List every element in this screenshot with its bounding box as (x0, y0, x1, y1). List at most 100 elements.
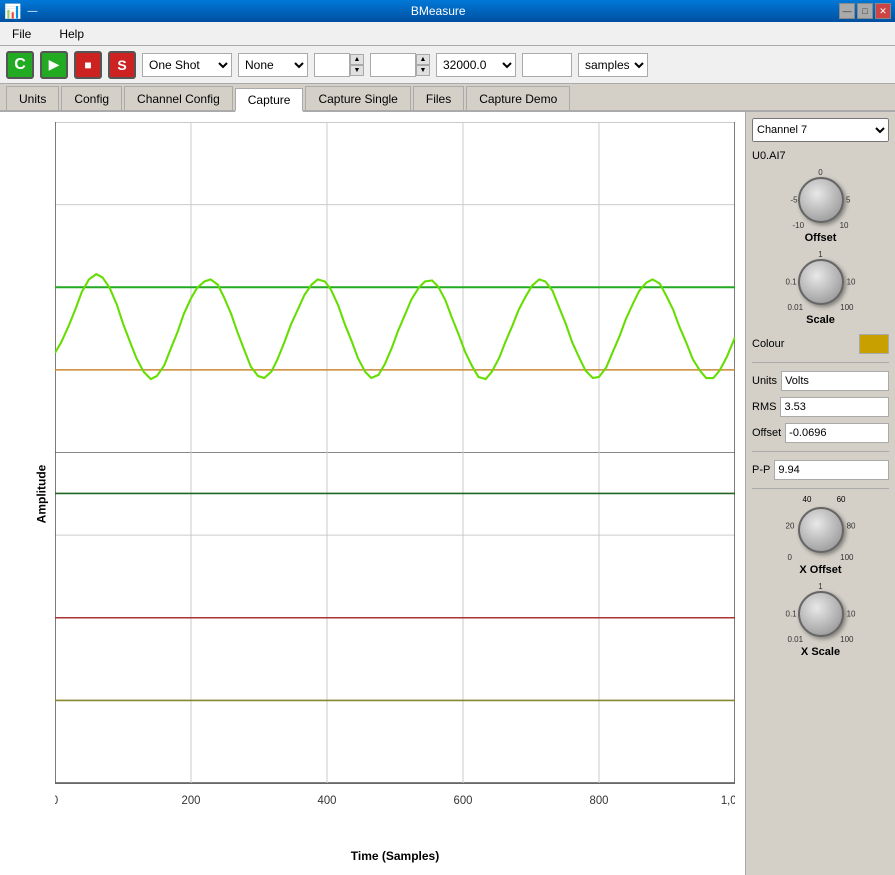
tab-capture-demo[interactable]: Capture Demo (466, 86, 570, 110)
x-offset-scale-100: 100 (840, 553, 853, 562)
colour-label: Colour (752, 338, 784, 350)
tab-files[interactable]: Files (413, 86, 464, 110)
x-scale-scale-right: 10 (847, 610, 856, 619)
level-spin: 0 ▲ ▼ (314, 53, 364, 77)
scale-scale-left: 0.1 (786, 278, 797, 287)
tab-channel-config[interactable]: Channel Config (124, 86, 233, 110)
rms-row: RMS 3.53 (752, 397, 889, 417)
samples-input[interactable]: 1000 (522, 53, 572, 77)
rms-value: 3.53 (780, 397, 889, 417)
x-offset-knob-section: 40 60 20 80 0 100 X Offset (752, 497, 889, 576)
offset-knob-label: Offset (805, 232, 837, 244)
rms-label: RMS (752, 401, 776, 413)
right-panel: Channel 7 U0.AI7 0 -5 5 -10 10 Offset 1 … (745, 112, 895, 875)
offset-scale-right: 5 (846, 196, 850, 205)
x-scale-scale-botright: 100 (840, 635, 853, 644)
tab-units[interactable]: Units (6, 86, 59, 110)
samples-unit-select[interactable]: samples seconds (578, 53, 648, 77)
svg-text:200: 200 (182, 795, 201, 807)
x-offset-knob-label: X Offset (799, 564, 841, 576)
toolbar: C ▶ ■ S One Shot Continuous Gated None R… (0, 46, 895, 84)
chart-area: Amplitude Time (Samples) (0, 112, 745, 875)
title-bar-left: 📊 — (4, 3, 37, 20)
level-down-button[interactable]: ▼ (350, 65, 364, 76)
tab-capture-single[interactable]: Capture Single (305, 86, 410, 110)
level-up-button[interactable]: ▲ (350, 54, 364, 65)
pp-value: 9.94 (774, 460, 889, 480)
chart-svg: 8 7 6 5 4 3 2 1 0 0 200 400 600 800 1,00… (55, 122, 735, 825)
x-scale-knob-section: 1 0.1 10 0.01 100 X Scale (752, 584, 889, 658)
offset-scale-botright: 10 (840, 221, 849, 230)
offset-stat-label: Offset (752, 427, 781, 439)
units-label: Units (752, 375, 777, 387)
x-scale-scale-botleft: 0.01 (788, 635, 804, 644)
x-offset-scale-0: 0 (788, 553, 792, 562)
svg-text:400: 400 (318, 795, 337, 807)
divider3 (752, 488, 889, 489)
tabs-bar: Units Config Channel Config Capture Capt… (0, 84, 895, 112)
mode-select[interactable]: One Shot Continuous Gated (142, 53, 232, 77)
scale-scale-botright: 100 (840, 303, 853, 312)
level-input[interactable]: 0 (314, 53, 350, 77)
x-offset-scale-20: 20 (786, 522, 795, 531)
minimize-button[interactable]: — (839, 3, 855, 19)
colour-row: Colour (752, 334, 889, 354)
level2-input[interactable]: 0.00 (370, 53, 416, 77)
offset-stat-row: Offset -0.0696 (752, 423, 889, 443)
x-offset-scale-80: 80 (847, 522, 856, 531)
x-scale-knob-label: X Scale (801, 646, 840, 658)
menu-bar: File Help (0, 22, 895, 46)
menu-file[interactable]: File (4, 25, 39, 43)
maximize-button[interactable]: □ (857, 3, 873, 19)
svg-text:600: 600 (454, 795, 473, 807)
rate-select[interactable]: 32000.0 16000.0 8000.0 (436, 53, 516, 77)
x-offset-knob[interactable] (798, 507, 844, 553)
tab-capture[interactable]: Capture (235, 88, 304, 112)
menu-help[interactable]: Help (51, 25, 92, 43)
trigger-select[interactable]: None Rising Falling (238, 53, 308, 77)
tab-config[interactable]: Config (61, 86, 122, 110)
scale-knob[interactable] (798, 259, 844, 305)
y-axis-label: Amplitude (34, 464, 48, 523)
scale-scale-top: 1 (818, 250, 822, 259)
close-button[interactable]: ✕ (875, 3, 891, 19)
offset-scale-botleft: -10 (793, 221, 805, 230)
level2-spin-btns: ▲ ▼ (416, 54, 430, 76)
c-button[interactable]: C (6, 51, 34, 79)
svg-text:800: 800 (590, 795, 609, 807)
pp-row: P-P 9.94 (752, 460, 889, 480)
pp-label: P-P (752, 464, 770, 476)
offset-scale-top: 0 (818, 168, 822, 177)
stop-icon: ■ (84, 58, 91, 72)
stop-button[interactable]: ■ (74, 51, 102, 79)
x-scale-scale-top: 1 (818, 582, 822, 591)
scale-scale-botleft: 0.01 (788, 303, 804, 312)
channel-select[interactable]: Channel 7 (752, 118, 889, 142)
scale-scale-right: 10 (847, 278, 856, 287)
units-value: Volts (781, 371, 889, 391)
s-button[interactable]: S (108, 51, 136, 79)
units-row: Units Volts (752, 371, 889, 391)
offset-stat-value: -0.0696 (785, 423, 889, 443)
level2-down-button[interactable]: ▼ (416, 65, 430, 76)
x-axis-label: Time (Samples) (55, 849, 735, 863)
play-button[interactable]: ▶ (40, 51, 68, 79)
x-offset-scale-60: 60 (837, 495, 846, 504)
x-offset-scale-40: 40 (803, 495, 812, 504)
offset-knob-section: 0 -5 5 -10 10 Offset (752, 170, 889, 244)
title-bar-controls: — □ ✕ (839, 3, 891, 19)
divider1 (752, 362, 889, 363)
offset-knob[interactable] (798, 177, 844, 223)
x-scale-knob[interactable] (798, 591, 844, 637)
x-scale-scale-left: 0.1 (786, 610, 797, 619)
svg-text:1,000: 1,000 (721, 795, 735, 807)
colour-box[interactable] (859, 334, 889, 354)
level2-up-button[interactable]: ▲ (416, 54, 430, 65)
title-bar: 📊 — BMeasure — □ ✕ (0, 0, 895, 22)
scale-knob-label: Scale (806, 314, 835, 326)
level2-spin: 0.00 ▲ ▼ (370, 53, 430, 77)
play-icon: ▶ (49, 56, 60, 73)
svg-text:0: 0 (55, 795, 58, 807)
window-title: BMeasure (37, 4, 839, 18)
offset-scale-left: -5 (791, 196, 798, 205)
